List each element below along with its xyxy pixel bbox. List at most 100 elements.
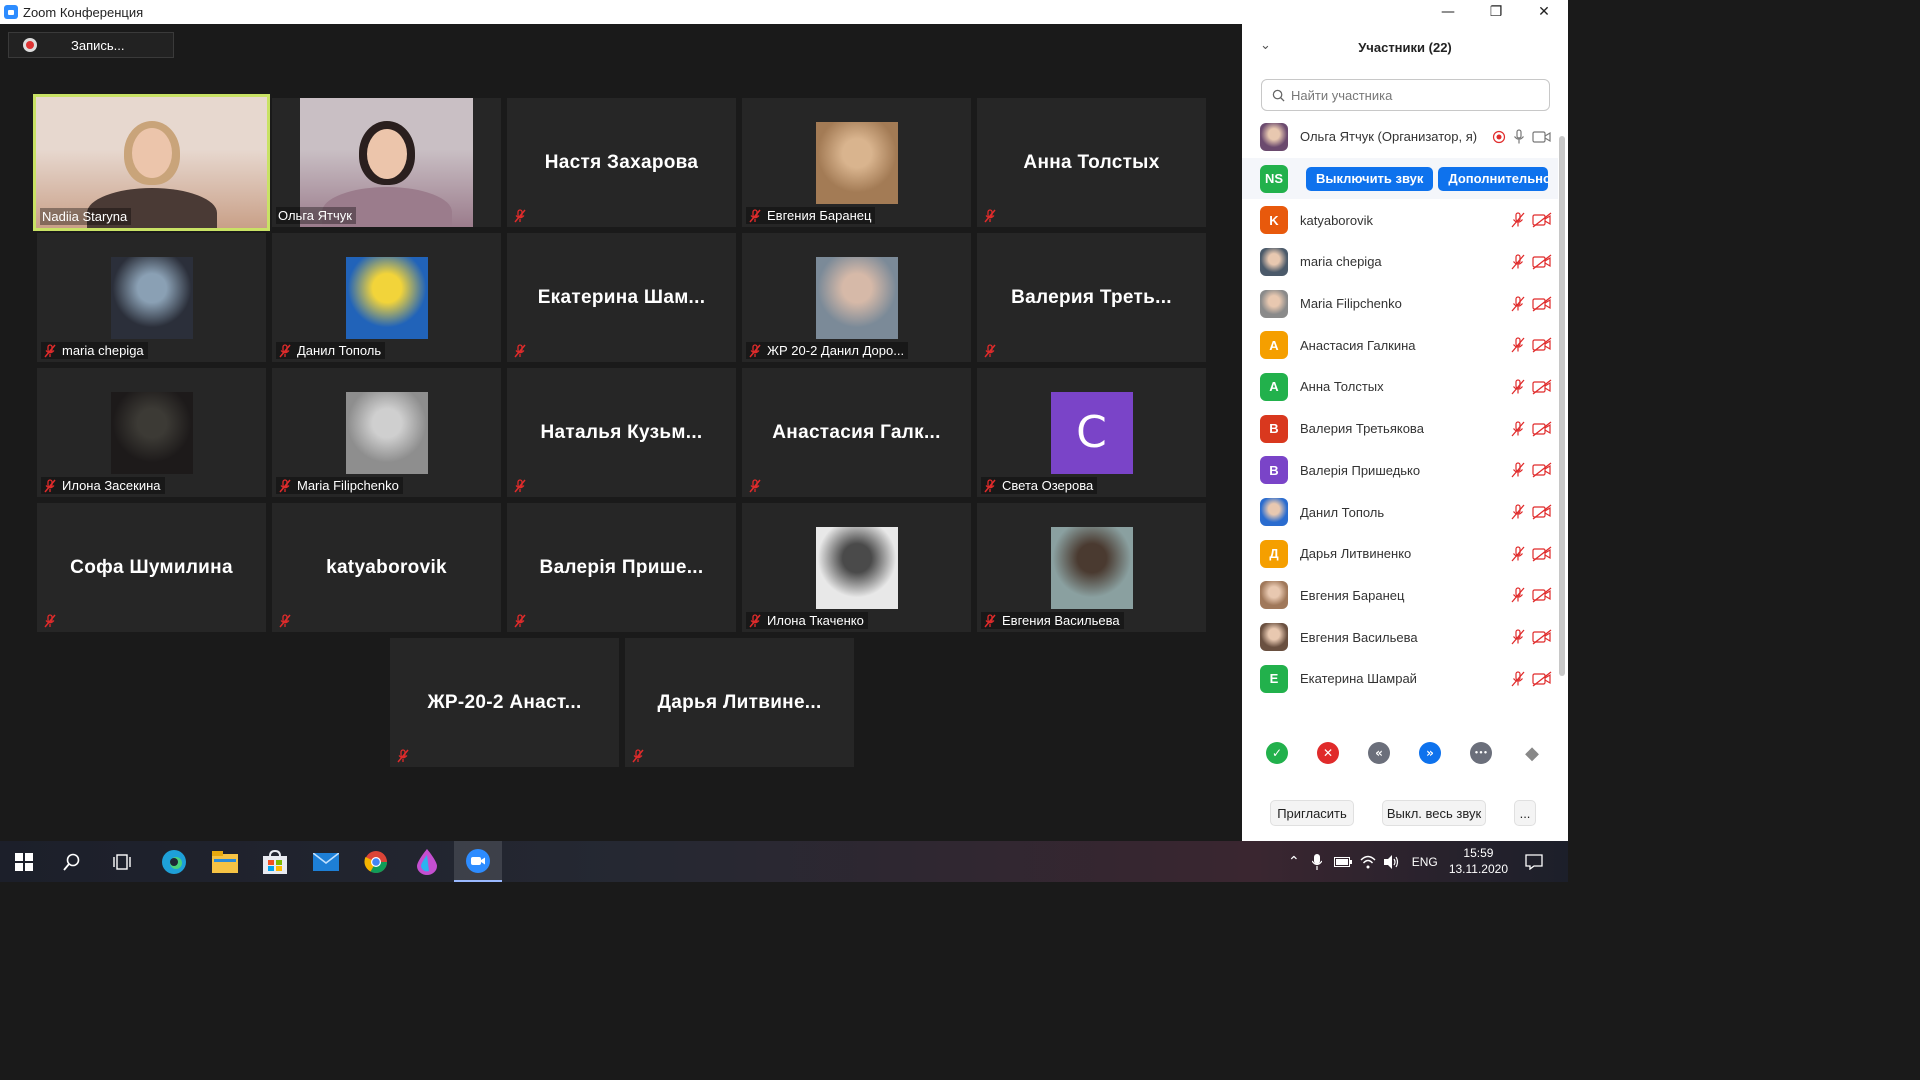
video-tile-anna[interactable]: Анна Толстых	[977, 98, 1206, 227]
reaction-faster-icon[interactable]: »	[1419, 742, 1441, 764]
mute-all-button[interactable]: Выкл. весь звук	[1382, 800, 1486, 826]
video-tile-evgeniya-b[interactable]: Евгения Баранец	[742, 98, 971, 227]
participant-name: Maria Filipchenko	[1300, 296, 1402, 312]
tile-display-name: Валерия Треть...	[1011, 286, 1172, 308]
video-tile-ilona-t[interactable]: Илона Ткаченко	[742, 503, 971, 632]
muted-mic-icon	[983, 344, 997, 358]
video-off-icon	[1532, 337, 1552, 353]
show-hidden-icons-icon[interactable]: ⌃	[1288, 854, 1300, 870]
participant-row[interactable]: А Анна Толстых	[1242, 366, 1558, 408]
minimize-button[interactable]: —	[1424, 0, 1472, 24]
windows-start-icon[interactable]	[0, 841, 48, 882]
tile-name-label: Данил Тополь	[276, 342, 386, 359]
video-tile-katya[interactable]: katyaborovik	[272, 503, 501, 632]
video-tile-valeriya-t[interactable]: Валерия Треть...	[977, 233, 1206, 362]
video-tile-ilona-z[interactable]: Илона Засекина	[37, 368, 266, 497]
tile-display-name: Настя Захарова	[544, 151, 699, 173]
participant-row[interactable]: NS Выключить звук Дополнительно	[1242, 157, 1558, 200]
more-participant-options-button[interactable]: Дополнительно	[1438, 166, 1549, 191]
photo-avatar	[1260, 289, 1288, 318]
profile-picture	[345, 256, 428, 339]
participant-name: Света Озерова	[1002, 478, 1094, 493]
video-tile-nastya[interactable]: Настя Захарова	[507, 98, 736, 227]
search-input[interactable]	[1291, 87, 1531, 103]
video-tile-nadiia[interactable]: Nadiia Staryna	[33, 94, 270, 231]
video-tile-ekaterina[interactable]: Екатерина Шам...	[507, 233, 736, 362]
microphone-icon[interactable]	[1311, 853, 1322, 870]
participant-status-icons	[1492, 129, 1552, 145]
wifi-icon[interactable]	[1360, 855, 1376, 869]
video-tile-maria-f[interactable]: Maria Filipchenko	[272, 368, 501, 497]
volume-icon[interactable]	[1383, 854, 1400, 869]
participant-row[interactable]: Maria Filipchenko	[1242, 283, 1558, 325]
tile-name-label: maria chepiga	[41, 342, 148, 359]
collapse-chevron-icon[interactable]: ⌄	[1260, 38, 1271, 53]
video-tile-maria-ch[interactable]: maria chepiga	[37, 233, 266, 362]
chrome-icon[interactable]	[352, 841, 400, 882]
video-tile-sofa[interactable]: Софа Шумилина	[37, 503, 266, 632]
muted-mic-icon	[748, 343, 762, 358]
video-off-icon	[1532, 462, 1552, 478]
participant-row[interactable]: А Анастасия Галкина	[1242, 324, 1558, 366]
video-tile-anastasiya-g[interactable]: Анастасия Галк...	[742, 368, 971, 497]
participant-row[interactable]: Е Екатерина Шамрай	[1242, 658, 1558, 700]
notifications-icon[interactable]	[1510, 841, 1558, 882]
participant-row[interactable]: Данил Тополь	[1242, 491, 1558, 533]
participant-row[interactable]: Евгения Баранец	[1242, 575, 1558, 617]
participant-row[interactable]: В Валерія Пришедько	[1242, 450, 1558, 492]
edge-browser-icon[interactable]	[150, 841, 198, 882]
profile-picture	[110, 391, 193, 474]
participant-row[interactable]: Kkatyaborovik	[1242, 199, 1558, 241]
tile-display-name: Дарья Литвине...	[657, 691, 822, 713]
recording-button[interactable]: Запись...	[8, 32, 174, 58]
video-tile-danil[interactable]: Данил Тополь	[272, 233, 501, 362]
more-options-button[interactable]: ...	[1514, 800, 1536, 826]
tile-name-label	[746, 478, 771, 494]
battery-icon[interactable]	[1333, 856, 1352, 867]
muted-mic-icon	[278, 478, 292, 493]
tile-name-label: Илона Ткаченко	[746, 612, 868, 629]
video-tile-valeriya-p[interactable]: Валерія Прише...	[507, 503, 736, 632]
participant-row[interactable]: Д Дарья Литвиненко	[1242, 533, 1558, 575]
microsoft-store-icon[interactable]	[251, 841, 299, 882]
mute-participant-button[interactable]: Выключить звук	[1306, 166, 1434, 191]
reaction-clear-icon[interactable]: ◆	[1521, 742, 1543, 764]
participant-row[interactable]: Евгения Васильева	[1242, 616, 1558, 658]
video-tile-zhr-anast[interactable]: ЖР-20-2 Анаст...	[390, 638, 619, 767]
file-explorer-icon[interactable]	[201, 841, 249, 882]
invite-button[interactable]: Пригласить	[1270, 800, 1354, 826]
participant-list-scrollbar[interactable]	[1559, 116, 1565, 716]
video-tile-olga[interactable]: Ольга Ятчук	[272, 98, 501, 227]
participant-row[interactable]: Ольга Ятчук (Организатор, я)	[1242, 116, 1558, 158]
video-tile-darya[interactable]: Дарья Литвине...	[625, 638, 854, 767]
video-tile-sveta[interactable]: C Света Озерова	[977, 368, 1206, 497]
mail-icon[interactable]	[302, 841, 350, 882]
reaction-slower-icon[interactable]: «	[1368, 742, 1390, 764]
video-tile-zhr-danil[interactable]: ЖР 20-2 Данил Доро...	[742, 233, 971, 362]
zoom-taskbar-icon[interactable]	[454, 841, 502, 882]
letter-avatar: В	[1260, 414, 1288, 443]
video-tile-natalya[interactable]: Наталья Кузьм...	[507, 368, 736, 497]
video-camera-icon[interactable]	[1532, 129, 1552, 145]
participant-name: maria chepiga	[62, 343, 144, 358]
muted-mic-icon	[1511, 504, 1525, 520]
video-tile-evgeniya-v[interactable]: Евгения Васильева	[977, 503, 1206, 632]
profile-picture	[1050, 526, 1133, 609]
reaction-yes-icon[interactable]: ✓	[1266, 742, 1288, 764]
reaction-no-icon[interactable]: ✕	[1317, 742, 1339, 764]
microphone-icon[interactable]	[1512, 129, 1526, 145]
participant-row[interactable]: В Валерия Третьякова	[1242, 408, 1558, 450]
recording-label: Запись...	[71, 37, 125, 53]
language-indicator[interactable]: ENG	[1412, 855, 1438, 869]
close-button[interactable]: ✕	[1520, 0, 1568, 24]
task-view-icon[interactable]	[98, 841, 146, 882]
paint-drop-icon[interactable]	[403, 841, 451, 882]
reaction-more-icon[interactable]: •••	[1470, 742, 1492, 764]
participant-row[interactable]: maria chepiga	[1242, 241, 1558, 283]
clock[interactable]: 15:59 13.11.2020	[1449, 845, 1508, 877]
restore-button[interactable]: ❐	[1472, 0, 1520, 24]
participant-name: Maria Filipchenko	[297, 478, 399, 493]
participant-name: maria chepiga	[1300, 254, 1382, 270]
search-icon[interactable]	[48, 841, 96, 882]
letter-avatar: K	[1260, 206, 1288, 235]
